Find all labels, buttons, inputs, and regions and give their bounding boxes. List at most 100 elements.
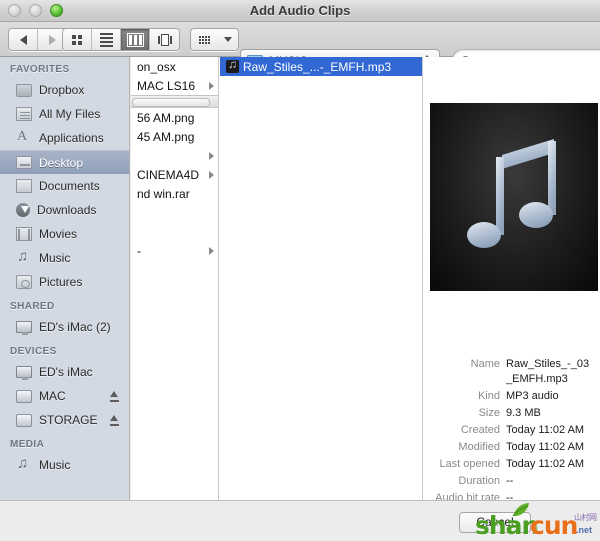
sidebar-section-header: SHARED bbox=[0, 294, 129, 315]
toolbar: MUSIC bbox=[0, 22, 600, 57]
movies-icon bbox=[16, 227, 32, 241]
desktop-icon bbox=[16, 156, 32, 169]
file-name: nd win.rar bbox=[137, 187, 214, 201]
back-arrow-icon bbox=[20, 35, 27, 45]
list-item[interactable] bbox=[131, 146, 218, 165]
browser-column-2[interactable]: Raw_Stiles_...-_EMFH.mp3 bbox=[220, 57, 423, 500]
sidebar-item-ed-s-imac[interactable]: ED's iMac bbox=[0, 360, 129, 384]
back-button[interactable] bbox=[9, 29, 38, 50]
sidebar-item-label: MAC bbox=[39, 389, 109, 403]
metadata-row: KindMP3 audio bbox=[424, 389, 600, 404]
metadata-value: -- bbox=[506, 474, 513, 489]
sidebar-item-downloads[interactable]: Downloads bbox=[0, 198, 129, 222]
file-name: CINEMA4D bbox=[137, 168, 205, 182]
metadata-row: Duration-- bbox=[424, 474, 600, 489]
sidebar-item-label: Music bbox=[39, 458, 129, 472]
sidebar-item-mac[interactable]: MAC bbox=[0, 384, 129, 408]
metadata-row: Size9.3 MB bbox=[424, 406, 600, 421]
metadata-row: Last openedToday 11:02 AM bbox=[424, 457, 600, 472]
folder-icon bbox=[16, 84, 32, 97]
music-icon bbox=[16, 251, 32, 266]
metadata-value: -- bbox=[506, 491, 513, 500]
column-horizontal-scrollbar[interactable] bbox=[131, 95, 218, 108]
list-item[interactable]: 56 AM.png bbox=[131, 108, 218, 127]
bottom-bar: Cancel bbox=[0, 500, 600, 541]
sidebar-item-label: Movies bbox=[39, 227, 129, 241]
sidebar-item-desktop[interactable]: Desktop bbox=[0, 150, 129, 174]
list-item[interactable]: - bbox=[131, 241, 218, 260]
sidebar-item-storage[interactable]: STORAGE bbox=[0, 408, 129, 432]
disclosure-arrow-icon bbox=[209, 152, 214, 160]
metadata-row: Audio bit rate-- bbox=[424, 491, 600, 500]
sidebar-item-documents[interactable]: Documents bbox=[0, 174, 129, 198]
list-item[interactable]: MAC LS16 bbox=[131, 76, 218, 95]
sidebar-item-all-my-files[interactable]: All My Files bbox=[0, 102, 129, 126]
scrollbar-thumb[interactable] bbox=[132, 98, 210, 107]
list-item[interactable]: 45 AM.png bbox=[131, 127, 218, 146]
list-view-button[interactable] bbox=[92, 29, 121, 50]
metadata-value: Today 11:02 AM bbox=[506, 423, 584, 438]
mp3-file-icon bbox=[226, 60, 239, 73]
column-view-button[interactable] bbox=[121, 29, 150, 50]
action-caret-cell[interactable] bbox=[218, 29, 238, 50]
grid-view-icon bbox=[72, 35, 82, 45]
coverflow-view-icon bbox=[158, 34, 172, 46]
metadata-key: Duration bbox=[424, 474, 506, 489]
applications-icon bbox=[16, 131, 32, 146]
sidebar-item-label: Desktop bbox=[39, 156, 129, 170]
sidebar-item-applications[interactable]: Applications bbox=[0, 126, 129, 150]
file-name: - bbox=[137, 244, 205, 258]
metadata-value: Today 11:02 AM bbox=[506, 457, 584, 472]
sidebar-item-ed-s-imac-2[interactable]: ED's iMac (2) bbox=[0, 315, 129, 339]
metadata-key: Kind bbox=[424, 389, 506, 404]
metadata-row: CreatedToday 11:02 AM bbox=[424, 423, 600, 438]
sidebar-item-label: Applications bbox=[39, 131, 129, 145]
disclosure-arrow-icon bbox=[209, 82, 214, 90]
metadata-row: NameRaw_Stiles_-_03 _EMFH.mp3 bbox=[424, 357, 600, 387]
list-item[interactable] bbox=[131, 222, 218, 241]
column-view-icon bbox=[127, 33, 144, 47]
action-menu-button[interactable] bbox=[190, 28, 239, 51]
icon-view-button[interactable] bbox=[63, 29, 92, 50]
sidebar[interactable]: FAVORITESDropboxAll My FilesApplications… bbox=[0, 57, 130, 500]
action-grid-icon bbox=[199, 36, 210, 44]
browser-column-1[interactable]: on_osx MAC LS16 56 AM.png 45 AM.png CINEMA4D… bbox=[131, 57, 219, 500]
list-item[interactable]: on_osx bbox=[131, 57, 218, 76]
action-gear-cell[interactable] bbox=[191, 29, 218, 50]
list-item[interactable]: Raw_Stiles_...-_EMFH.mp3 bbox=[220, 57, 422, 76]
file-name: 45 AM.png bbox=[137, 130, 214, 144]
cancel-button[interactable]: Cancel bbox=[459, 512, 531, 533]
all-my-files-icon bbox=[16, 107, 32, 121]
sidebar-item-label: Downloads bbox=[37, 203, 129, 217]
list-view-icon bbox=[100, 33, 113, 47]
sidebar-item-label: ED's iMac (2) bbox=[39, 320, 129, 334]
music-note-artwork bbox=[430, 103, 598, 291]
sidebar-item-music[interactable]: Music bbox=[0, 453, 129, 477]
sidebar-item-dropbox[interactable]: Dropbox bbox=[0, 78, 129, 102]
eject-icon[interactable] bbox=[109, 415, 120, 426]
file-name: MAC LS16 bbox=[137, 79, 205, 93]
downloads-icon bbox=[16, 203, 30, 217]
sidebar-item-music[interactable]: Music bbox=[0, 246, 129, 270]
view-mode-buttons bbox=[62, 28, 180, 51]
title-bar: Add Audio Clips bbox=[0, 0, 600, 22]
display-icon bbox=[16, 321, 32, 333]
sidebar-item-label: Dropbox bbox=[39, 83, 129, 97]
eject-icon[interactable] bbox=[109, 391, 120, 402]
metadata-value: MP3 audio bbox=[506, 389, 559, 404]
sidebar-item-label: ED's iMac bbox=[39, 365, 129, 379]
file-name: Raw_Stiles_...-_EMFH.mp3 bbox=[243, 60, 418, 74]
list-item[interactable]: nd win.rar bbox=[131, 184, 218, 203]
file-name: on_osx bbox=[137, 60, 214, 74]
sidebar-item-pictures[interactable]: Pictures bbox=[0, 270, 129, 294]
sidebar-item-label: Pictures bbox=[39, 275, 129, 289]
pictures-icon bbox=[16, 275, 32, 289]
sidebar-item-movies[interactable]: Movies bbox=[0, 222, 129, 246]
display-icon bbox=[16, 366, 32, 378]
list-item[interactable]: CINEMA4D bbox=[131, 165, 218, 184]
metadata-row: ModifiedToday 11:02 AM bbox=[424, 440, 600, 455]
music-note-icon bbox=[464, 131, 564, 263]
metadata-key: Audio bit rate bbox=[424, 491, 506, 500]
coverflow-view-button[interactable] bbox=[150, 29, 179, 50]
list-item[interactable] bbox=[131, 203, 218, 222]
